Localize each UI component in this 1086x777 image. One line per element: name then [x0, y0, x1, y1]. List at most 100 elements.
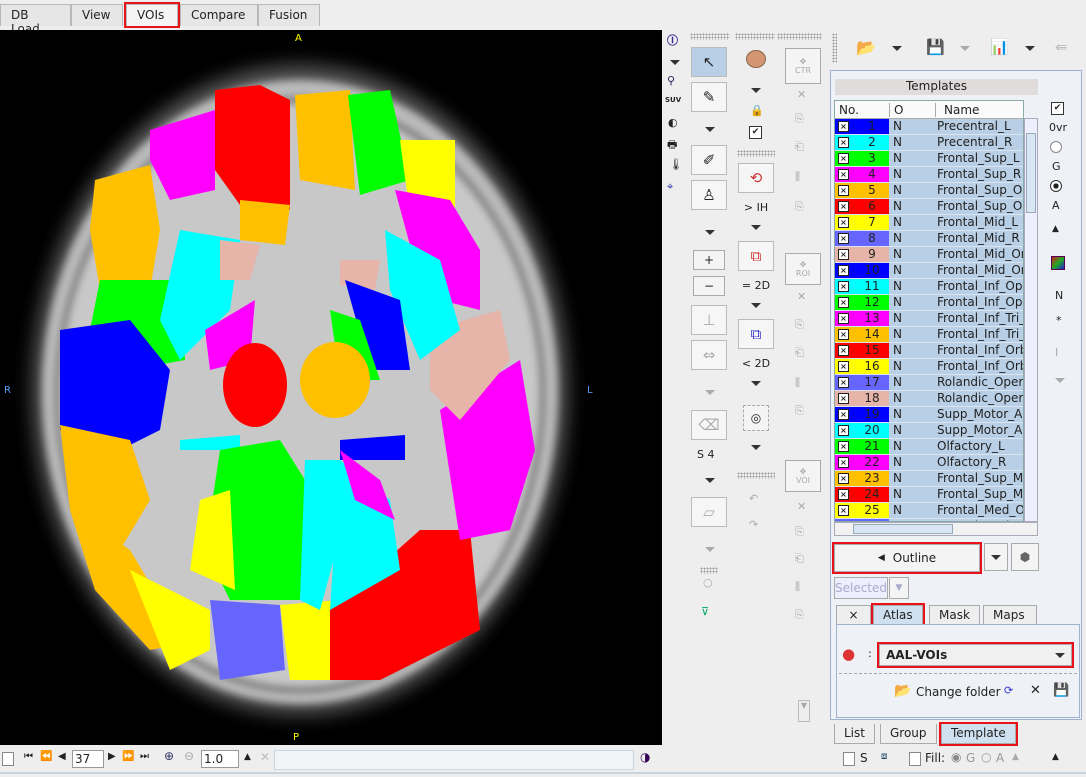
table-row[interactable]: × 7 N Frontal_Mid_L	[835, 215, 1023, 231]
table-row[interactable]: × 3 N Frontal_Sup_L	[835, 151, 1023, 167]
visibility-checkbox[interactable]: ×	[838, 441, 849, 452]
copy-icon[interactable]: ⎘	[795, 525, 804, 539]
contrast-icon[interactable]: ◐	[668, 116, 678, 129]
text-cursor-icon[interactable]: I	[1055, 346, 1058, 359]
export-icon[interactable]: ⇚	[1055, 38, 1068, 56]
table-row[interactable]: × 2 N Precentral_R	[835, 135, 1023, 151]
table-row[interactable]: × 23 N Frontal_Sup_Me	[835, 471, 1023, 487]
delete-icon[interactable]: ✕	[797, 290, 806, 303]
thermometer-icon[interactable]: 🌡	[669, 158, 683, 171]
table-row[interactable]: × 4 N Frontal_Sup_R	[835, 167, 1023, 183]
visibility-checkbox[interactable]: ×	[838, 201, 849, 212]
voi-color-swatch[interactable]: × 21	[835, 439, 889, 454]
zoom-up-icon[interactable]: ▲	[244, 752, 251, 762]
lock-checkbox[interactable]: ✔	[749, 126, 762, 139]
3d-box-button[interactable]: ▱	[691, 497, 727, 527]
visibility-checkbox[interactable]: ×	[838, 121, 849, 132]
visibility-checkbox[interactable]: ×	[838, 217, 849, 228]
voi-color-swatch[interactable]: × 10	[835, 263, 889, 278]
visibility-checkbox[interactable]: ×	[838, 169, 849, 180]
table-row[interactable]: × 19 N Supp_Motor_Are	[835, 407, 1023, 423]
save-icon[interactable]: 💾	[926, 38, 945, 56]
name-n-button[interactable]: N	[1055, 289, 1063, 302]
voi-color-swatch[interactable]: × 17	[835, 375, 889, 390]
table-row[interactable]: × 10 N Frontal_Mid_Orl	[835, 263, 1023, 279]
visibility-checkbox[interactable]: ×	[838, 377, 849, 388]
roi-button[interactable]: ✥ ROI	[785, 253, 821, 285]
image-viewport[interactable]: A P R L	[0, 30, 662, 745]
tab-db-load[interactable]: DB Load	[0, 4, 71, 36]
next-slice-icon[interactable]: ▶	[108, 751, 116, 762]
table-row[interactable]: × 12 N Frontal_Inf_Ope	[835, 295, 1023, 311]
colormap-icon[interactable]	[1051, 256, 1065, 270]
shrink-2d-button[interactable]: ⧉	[738, 319, 774, 349]
table-row[interactable]: × 5 N Frontal_Sup_Or	[835, 183, 1023, 199]
dropdown-icon[interactable]	[751, 445, 761, 450]
tab-view[interactable]: View	[71, 4, 123, 26]
voi-color-swatch[interactable]: × 19	[835, 407, 889, 422]
voi-color-swatch[interactable]: × 18	[835, 391, 889, 406]
dropdown-icon[interactable]	[705, 230, 715, 235]
voi-color-swatch[interactable]: × 16	[835, 359, 889, 374]
dropdown-icon[interactable]	[751, 303, 761, 308]
voi-color-swatch[interactable]: × 12	[835, 295, 889, 310]
print-icon[interactable]: 🖶	[667, 136, 677, 155]
voi-color-swatch[interactable]: × 25	[835, 503, 889, 518]
dropdown-icon[interactable]	[705, 478, 715, 483]
voi-color-swatch[interactable]: × 5	[835, 183, 889, 198]
redo-icon[interactable]: ↷	[749, 518, 758, 531]
voi-color-swatch[interactable]: × 6	[835, 199, 889, 214]
column-header-no[interactable]: No.	[839, 103, 859, 117]
voi-color-swatch[interactable]: × 20	[835, 423, 889, 438]
surface-render-button[interactable]: ⬢	[1011, 543, 1039, 571]
column-header-name[interactable]: Name	[935, 103, 979, 117]
radio-g[interactable]	[1050, 141, 1062, 153]
overlay-checkbox[interactable]: ✔	[1051, 102, 1064, 115]
atlas-select[interactable]: AAL-VOIs	[877, 642, 1074, 668]
table-row[interactable]: × 25 N Frontal_Med_Or	[835, 503, 1023, 519]
fast-forward-icon[interactable]: ⏩	[122, 751, 134, 762]
collapse-icon[interactable]: ▲	[1052, 224, 1059, 234]
mirror-tool-button[interactable]: ⇔	[691, 340, 727, 370]
flip-icon[interactable]: ⫼	[795, 170, 800, 184]
table-row[interactable]: × 1 N Precentral_L	[835, 119, 1023, 135]
table-row[interactable]: × 6 N Frontal_Sup_Or	[835, 199, 1023, 215]
brush-tool-button[interactable]: ✐	[691, 145, 727, 175]
ctr-button[interactable]: ✥ CTR	[785, 48, 821, 84]
voi-color-swatch[interactable]: × 4	[835, 167, 889, 182]
refresh-icon[interactable]: ⟳	[1004, 684, 1013, 697]
fill-radio-g[interactable]: ◉	[951, 750, 961, 764]
visibility-checkbox[interactable]: ×	[838, 457, 849, 468]
dropdown-icon[interactable]	[670, 60, 680, 65]
visibility-checkbox[interactable]: ×	[838, 409, 849, 420]
visibility-checkbox[interactable]: ×	[838, 265, 849, 276]
slice-input[interactable]: 37	[72, 750, 104, 768]
visibility-checkbox[interactable]: ×	[838, 361, 849, 372]
dropdown-icon[interactable]	[1025, 46, 1035, 51]
paste-icon[interactable]: ⎗	[795, 140, 804, 154]
fast-back-icon[interactable]: ⏪	[40, 751, 52, 762]
visibility-checkbox[interactable]: ×	[838, 233, 849, 244]
link-icon[interactable]: ⧈	[881, 751, 887, 762]
visibility-checkbox[interactable]: ×	[838, 393, 849, 404]
zoom-plus-button[interactable]: +	[693, 250, 725, 270]
table-row[interactable]: × 16 N Frontal_Inf_Orb_	[835, 359, 1023, 375]
dropdown-icon[interactable]	[892, 46, 902, 51]
table-row[interactable]: × 13 N Frontal_Inf_Tri_	[835, 311, 1023, 327]
table-row[interactable]: × 22 N Olfactory_R	[835, 455, 1023, 471]
vertical-scrollbar[interactable]	[1024, 118, 1038, 522]
dropdown-icon[interactable]	[751, 381, 761, 386]
fill-radio-a[interactable]: ○	[981, 750, 991, 764]
table-row[interactable]: × 18 N Rolandic_Oper_	[835, 391, 1023, 407]
s-checkbox[interactable]	[843, 752, 855, 766]
dropdown-icon[interactable]	[705, 127, 715, 132]
copy-icon[interactable]: ⎘	[795, 318, 804, 332]
subtab-atlas[interactable]: Atlas	[871, 603, 925, 627]
voi-color-swatch[interactable]: × 15	[835, 343, 889, 358]
table-row[interactable]: × 20 N Supp_Motor_Are	[835, 423, 1023, 439]
down-arrow-green-icon[interactable]: ⊽	[701, 605, 709, 618]
voi-color-swatch[interactable]: × 1	[835, 119, 889, 134]
open-folder-icon[interactable]: 📂	[856, 38, 876, 57]
horizontal-scrollbar[interactable]	[834, 522, 1038, 536]
fill-checkbox[interactable]	[909, 752, 921, 766]
